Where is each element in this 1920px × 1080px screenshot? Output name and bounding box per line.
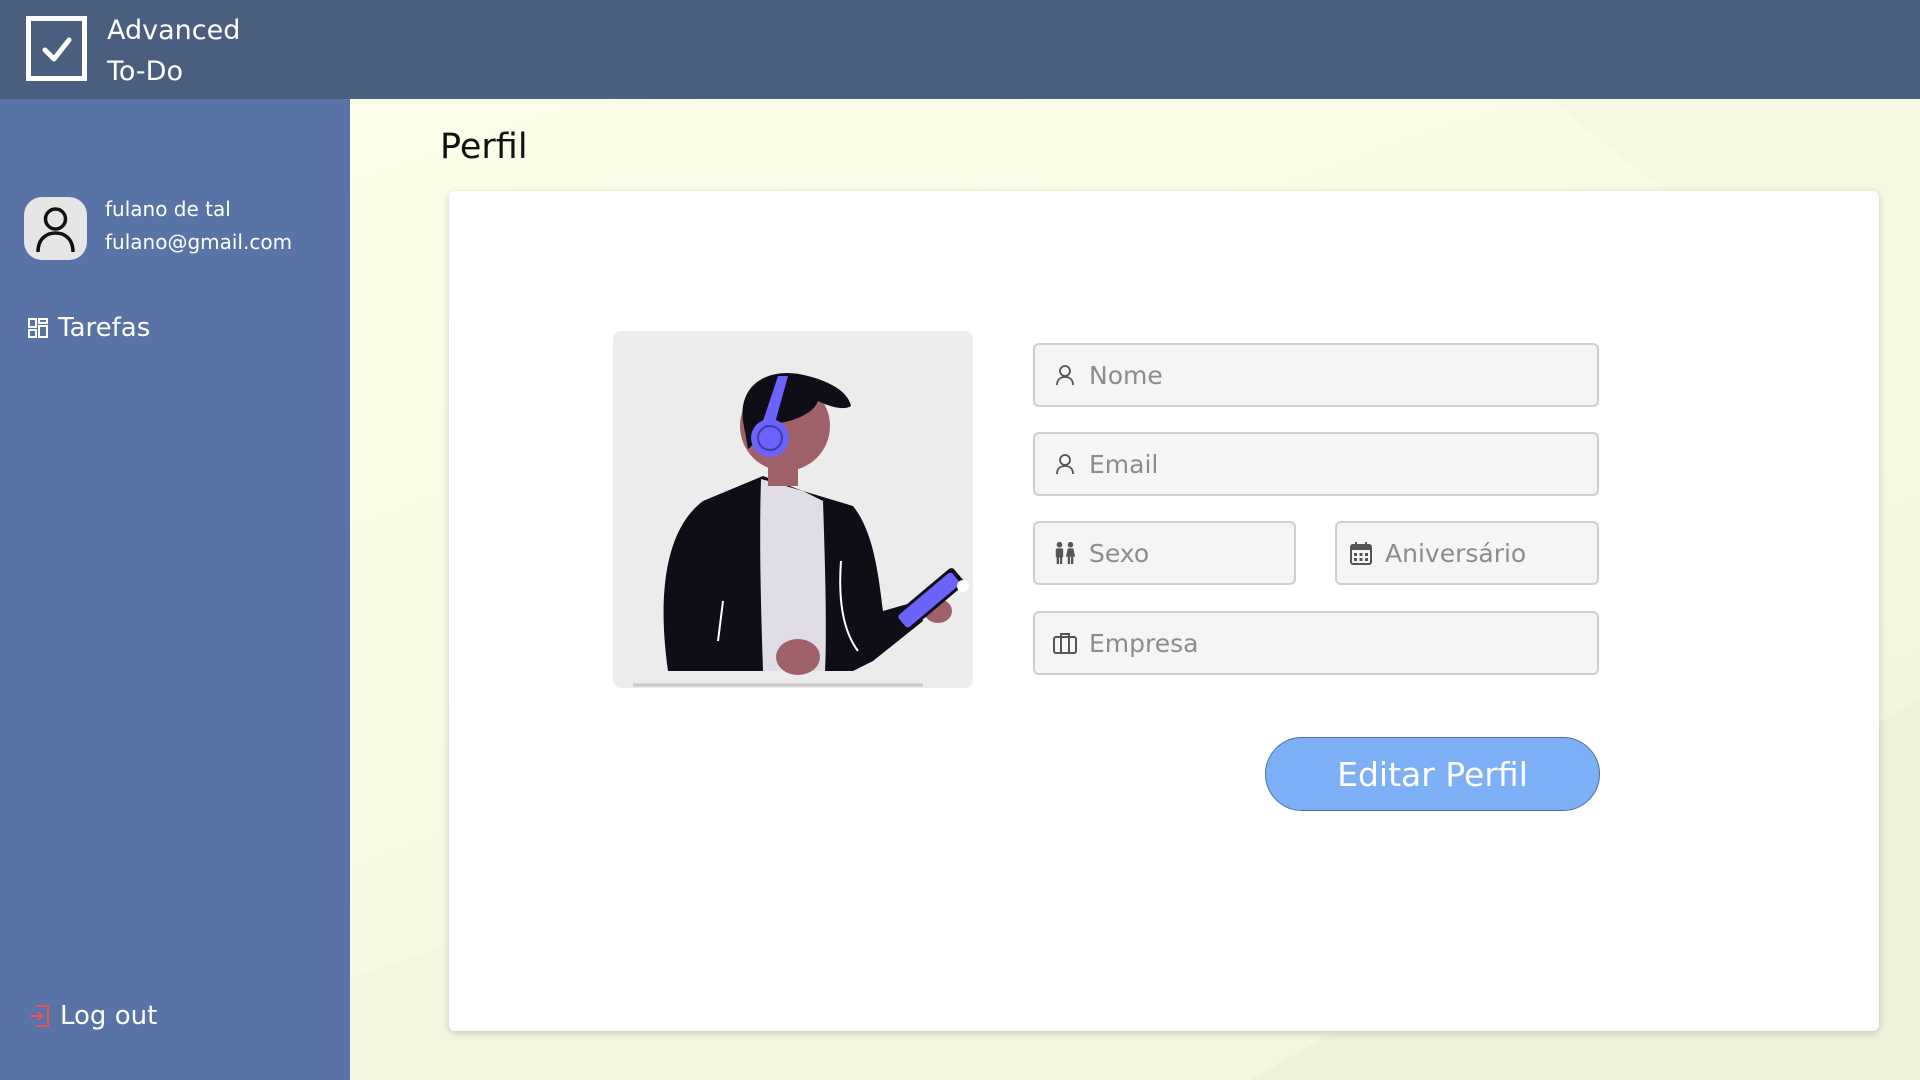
sidebar-item-tarefas[interactable]: Tarefas [28,313,150,343]
app-title-line2: To-Do [107,56,183,87]
gender-icon [1053,541,1077,565]
page-title: Perfil [440,127,528,167]
briefcase-icon [1053,631,1077,655]
sexo-input[interactable] [1089,538,1294,568]
aniversario-input[interactable] [1385,538,1597,568]
user-email: fulano@gmail.com [105,230,293,254]
calendar-icon [1349,541,1373,565]
nome-field[interactable] [1033,343,1599,407]
nome-input[interactable] [1089,360,1597,390]
logout-label: Log out [60,1001,158,1031]
email-input[interactable] [1089,449,1597,479]
main-content: Perfil Nome Email Sexo Aniversário Empre… [350,99,1920,1080]
empresa-input[interactable] [1089,628,1597,658]
user-icon [1053,452,1077,476]
person-with-phone-illustration [633,373,969,687]
logout-icon [30,1005,49,1027]
grid-icon [28,318,48,338]
empresa-field[interactable] [1033,611,1599,675]
aniversario-field[interactable] [1335,521,1599,585]
checkbox-logo-icon [26,16,87,81]
app-header: Advanced To-Do [0,0,1920,99]
sidebar: fulano de tal fulano@gmail.com Tarefas L… [0,99,350,1080]
user-icon [1053,363,1077,387]
sexo-field[interactable] [1033,521,1296,585]
app-title-line1: Advanced [107,15,241,46]
profile-card: Editar Perfil [449,191,1879,1031]
editar-perfil-button[interactable]: Editar Perfil [1265,737,1600,811]
avatar [24,197,87,260]
app-title: Advanced To-Do [107,10,240,92]
sidebar-item-label: Tarefas [58,313,151,343]
user-icon [36,207,75,253]
logout-button[interactable]: Log out [28,1001,157,1031]
profile-illustration [613,331,973,688]
email-field[interactable] [1033,432,1599,496]
user-name: fulano de tal [105,197,231,221]
